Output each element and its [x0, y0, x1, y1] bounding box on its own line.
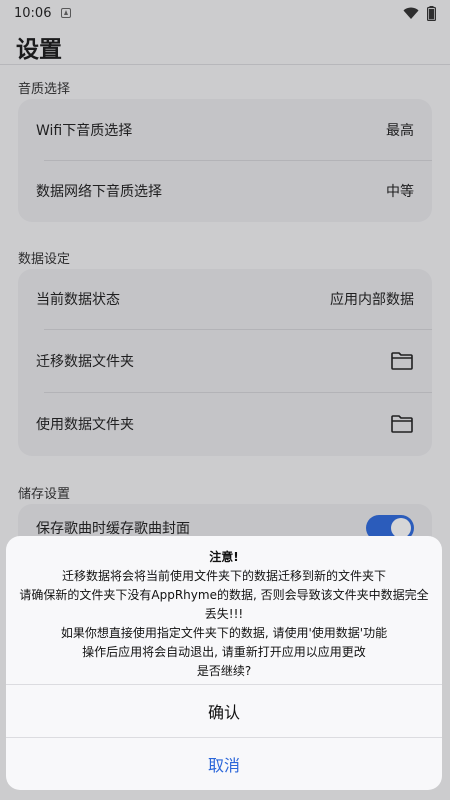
dialog-line: 请确保新的文件夹下没有AppRhyme的数据, 否则会导致该文件夹中数据完全丢失…	[19, 588, 429, 621]
cancel-button[interactable]: 取消	[6, 739, 442, 789]
dialog-line: 迁移数据将会将当前使用文件夹下的数据迁移到新的文件夹下	[61, 569, 386, 583]
dialog-line: 是否继续?	[196, 664, 252, 678]
dialog-title: 注意!	[209, 550, 239, 564]
dialog-divider	[6, 684, 442, 685]
dialog-divider	[6, 737, 442, 738]
dialog-line: 操作后应用将会自动退出, 请重新打开应用以应用更改	[82, 645, 366, 659]
dialog-line: 如果你想直接使用指定文件夹下的数据, 请使用'使用数据'功能	[60, 626, 388, 640]
dialog-message: 注意! 迁移数据将会将当前使用文件夹下的数据迁移到新的文件夹下 请确保新的文件夹…	[6, 548, 442, 681]
confirm-button[interactable]: 确认	[6, 686, 442, 736]
confirm-dialog: 注意! 迁移数据将会将当前使用文件夹下的数据迁移到新的文件夹下 请确保新的文件夹…	[6, 536, 442, 790]
